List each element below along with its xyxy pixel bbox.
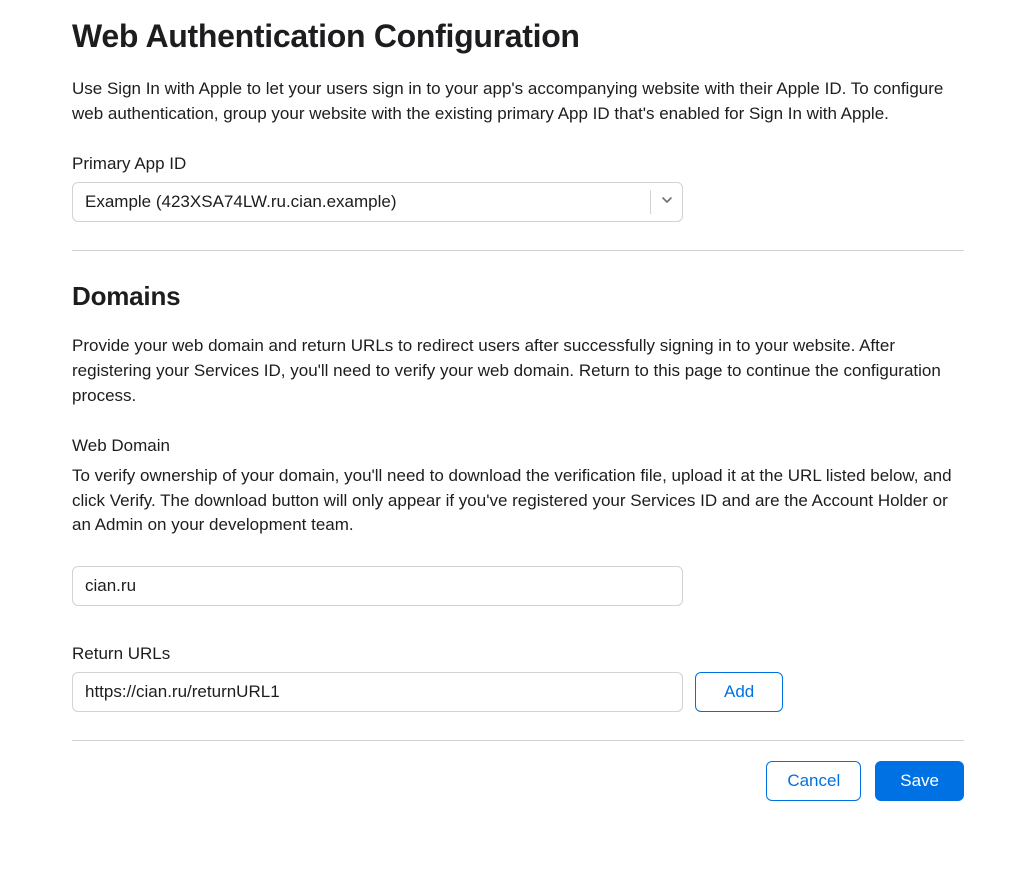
footer-divider bbox=[72, 740, 964, 741]
web-domain-label: Web Domain bbox=[72, 436, 964, 456]
primary-app-id-value: Example (423XSA74LW.ru.cian.example) bbox=[85, 192, 397, 212]
return-urls-label: Return URLs bbox=[72, 644, 964, 664]
footer-actions: Cancel Save bbox=[72, 761, 964, 801]
page-description: Use Sign In with Apple to let your users… bbox=[72, 77, 964, 126]
divider bbox=[72, 250, 964, 251]
save-button[interactable]: Save bbox=[875, 761, 964, 801]
primary-app-id-label: Primary App ID bbox=[72, 154, 964, 174]
domains-description: Provide your web domain and return URLs … bbox=[72, 334, 964, 408]
primary-app-id-select[interactable]: Example (423XSA74LW.ru.cian.example) bbox=[72, 182, 683, 222]
add-button[interactable]: Add bbox=[695, 672, 783, 712]
domains-title: Domains bbox=[72, 281, 964, 312]
primary-app-id-section: Primary App ID Example (423XSA74LW.ru.ci… bbox=[72, 154, 964, 222]
return-url-input[interactable] bbox=[72, 672, 683, 712]
cancel-button[interactable]: Cancel bbox=[766, 761, 861, 801]
web-domain-help: To verify ownership of your domain, you'… bbox=[72, 464, 964, 538]
web-domain-input[interactable] bbox=[72, 566, 683, 606]
page-title: Web Authentication Configuration bbox=[72, 18, 964, 55]
return-urls-section: Return URLs Add bbox=[72, 644, 964, 712]
web-domain-section: Web Domain To verify ownership of your d… bbox=[72, 436, 964, 634]
